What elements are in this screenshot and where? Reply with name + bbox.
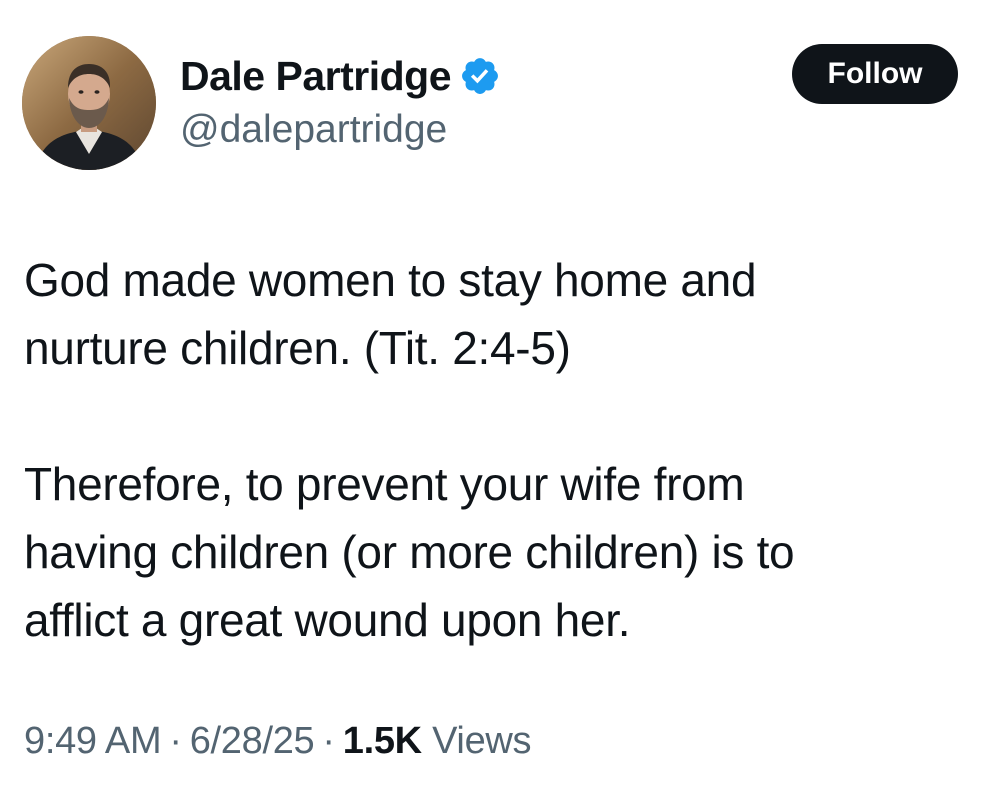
meta-separator: · <box>322 720 335 762</box>
author-identity: Dale Partridge @dalepartridge <box>180 50 501 152</box>
verified-badge-icon[interactable] <box>459 55 501 97</box>
tweet-date[interactable]: 6/28/25 <box>190 720 315 762</box>
tweet-time[interactable]: 9:49 AM <box>24 720 162 762</box>
avatar-photo <box>22 36 156 170</box>
avatar[interactable] <box>22 36 156 170</box>
views-label[interactable]: Views <box>432 720 531 762</box>
tweet-text: God made women to stay home and nurture … <box>24 246 964 654</box>
name-row: Dale Partridge <box>180 50 501 102</box>
meta-separator: · <box>169 720 182 762</box>
tweet-line: Therefore, to prevent your wife from <box>24 458 745 510</box>
follow-button[interactable]: Follow <box>792 44 958 104</box>
tweet-line: nurture children. (Tit. 2:4-5) <box>24 322 571 374</box>
tweet-card: Dale Partridge @dalepartridge Follow God… <box>0 0 1000 807</box>
tweet-line: having children (or more children) is to <box>24 526 795 578</box>
tweet-meta: 9:49 AM · 6/28/25 · 1.5K Views <box>24 720 532 763</box>
author-display-name[interactable]: Dale Partridge <box>180 53 452 100</box>
views-count[interactable]: 1.5K <box>343 720 422 762</box>
author-handle[interactable]: @dalepartridge <box>180 108 501 152</box>
tweet-line: afflict a great wound upon her. <box>24 594 631 646</box>
tweet-header: Dale Partridge @dalepartridge Follow <box>22 36 962 176</box>
tweet-line: God made women to stay home and <box>24 254 757 306</box>
